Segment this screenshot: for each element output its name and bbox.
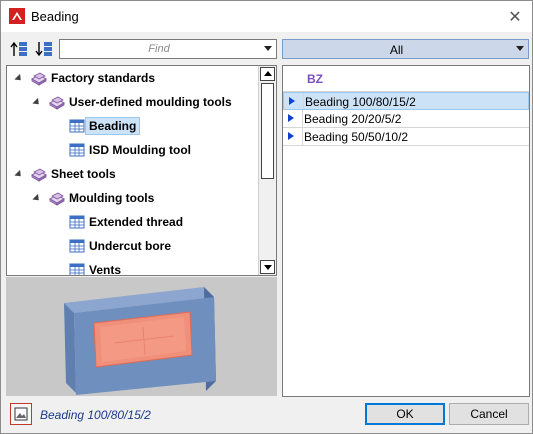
chevron-down-icon[interactable] — [264, 46, 272, 51]
expand-arrow-icon[interactable] — [32, 97, 42, 107]
beading-preview-image — [64, 287, 216, 395]
ok-button[interactable]: OK — [365, 403, 445, 425]
tree-item-label: ISD Moulding tool — [89, 143, 191, 157]
variants-table[interactable]: BZ Beading 100/80/15/2 Beading 20/20/5/2 B… — [282, 65, 530, 397]
find-combobox[interactable]: Find — [59, 39, 277, 59]
row-marker-icon — [289, 97, 295, 105]
window-title: Beading — [31, 9, 79, 24]
catalog-icon — [49, 192, 65, 206]
table-cell-bz: Beading 20/20/5/2 — [304, 112, 402, 126]
tree-item[interactable]: Extended thread — [69, 211, 183, 233]
row-marker-icon — [288, 132, 294, 140]
cancel-button[interactable]: Cancel — [449, 403, 529, 425]
tree-item[interactable]: Beading — [69, 115, 141, 137]
expand-arrow-icon[interactable] — [14, 169, 24, 179]
catalog-icon — [31, 72, 47, 86]
tree-item[interactable]: Sheet tools — [14, 163, 116, 185]
close-icon[interactable]: ✕ — [504, 6, 526, 28]
scroll-up-button[interactable] — [260, 67, 275, 81]
catalog-icon — [31, 168, 47, 182]
beading-dialog: Beading ✕ Find All Factory standards User… — [0, 0, 533, 434]
expand-arrow-icon[interactable] — [32, 193, 42, 203]
tree-item-label: Undercut bore — [89, 239, 172, 253]
selected-item-status: Beading 100/80/15/2 — [40, 408, 151, 422]
app-icon — [9, 8, 25, 24]
tree-scrollbar[interactable] — [258, 66, 276, 275]
tree-item-label: Moulding tools — [69, 191, 155, 205]
sort-down-icon[interactable] — [34, 38, 56, 60]
table-icon — [69, 215, 85, 229]
row-marker-icon — [288, 114, 294, 122]
expand-arrow-icon[interactable] — [14, 73, 24, 83]
filter-dropdown[interactable]: All — [282, 39, 529, 59]
filter-value: All — [389, 43, 404, 57]
table-icon — [69, 239, 85, 253]
table-icon — [69, 143, 85, 157]
table-row[interactable]: Beading 20/20/5/2 — [283, 110, 529, 128]
preview-pane — [6, 277, 277, 396]
table-row[interactable]: Beading 50/50/10/2 — [283, 128, 529, 146]
table-header: BZ — [283, 66, 529, 92]
tree-item[interactable]: Factory standards — [14, 67, 156, 89]
tree-item[interactable]: User-defined moulding tools — [32, 91, 232, 113]
table-icon — [69, 119, 85, 133]
tree-item-label: Factory standards — [51, 71, 156, 85]
catalog-icon — [49, 96, 65, 110]
preview-toggle-button[interactable] — [10, 403, 32, 425]
tree-item[interactable]: ISD Moulding tool — [69, 139, 191, 161]
tree-item-label: Beading — [85, 117, 141, 135]
tree-item[interactable]: Undercut bore — [69, 235, 171, 257]
find-placeholder: Find — [148, 43, 170, 55]
catalog-tree[interactable]: Factory standards User-defined moulding t… — [6, 65, 277, 276]
scroll-thumb[interactable] — [261, 83, 274, 179]
tree-item-label: Vents — [89, 263, 122, 276]
table-row[interactable]: Beading 100/80/15/2 — [283, 92, 529, 110]
tree-item[interactable]: Moulding tools — [32, 187, 155, 209]
table-icon — [69, 263, 85, 275]
column-header-bz[interactable]: BZ — [307, 72, 323, 86]
table-cell-bz: Beading 50/50/10/2 — [304, 130, 409, 144]
chevron-down-icon[interactable] — [516, 46, 524, 51]
tree-item-label: Sheet tools — [51, 167, 116, 181]
scroll-down-button[interactable] — [260, 260, 275, 274]
title-bar: Beading ✕ — [1, 1, 532, 32]
image-icon — [14, 407, 28, 421]
tree-item-label: Extended thread — [89, 215, 184, 229]
sort-up-icon[interactable] — [9, 38, 31, 60]
tree-item-label: User-defined moulding tools — [69, 95, 232, 109]
tree-item[interactable]: Vents — [69, 259, 122, 276]
table-cell-bz: Beading 100/80/15/2 — [305, 95, 416, 109]
